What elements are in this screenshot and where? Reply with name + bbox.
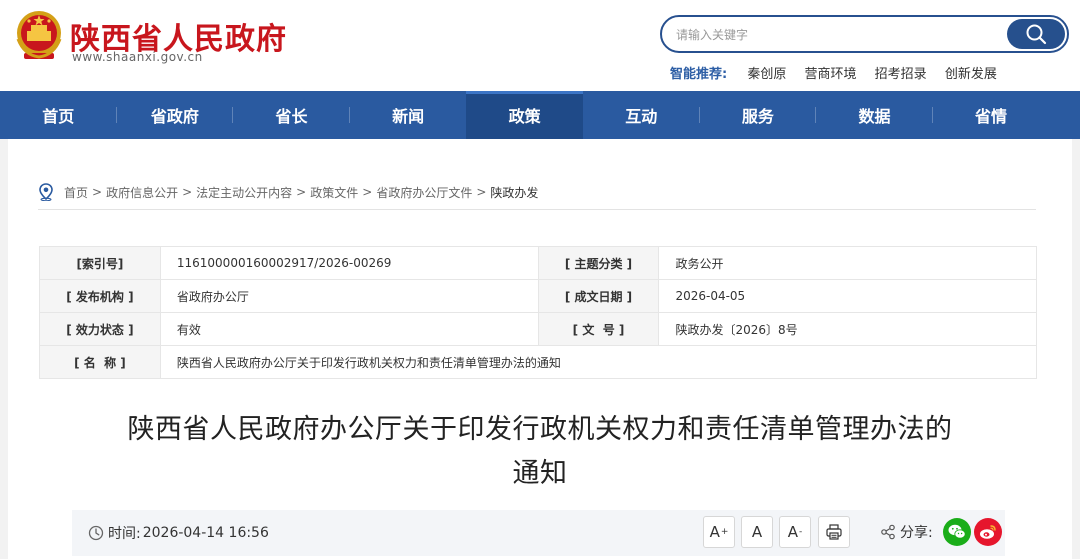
document-number-value: 陕政办发〔2026〕8号: [658, 312, 1037, 346]
breadcrumb-divider: [38, 209, 1036, 210]
validity-status-value: 有效: [159, 312, 539, 346]
index-number-label: [索引号]: [39, 246, 161, 280]
nav-item-interaction[interactable]: 互动: [583, 91, 700, 139]
share-label: 分享:: [900, 525, 933, 541]
validity-status-label: [ 效力状态 ]: [39, 312, 161, 346]
main-nav: 首页 省政府 省长 新闻 政策 互动 服务 数据 省情: [0, 91, 1080, 139]
breadcrumb-separator: >: [182, 185, 193, 199]
publish-time: 时间: 2026-04-14 16:56: [88, 523, 269, 543]
breadcrumb-separator: >: [362, 185, 373, 199]
search-icon: [1026, 24, 1047, 45]
index-number-value: 116100000160002917/2026-00269: [159, 246, 539, 280]
breadcrumb-policy-documents[interactable]: 政策文件: [310, 184, 358, 201]
font-decrease-label: A: [787, 523, 798, 541]
nav-item-province-info[interactable]: 省情: [933, 91, 1050, 139]
wechat-icon: [948, 524, 966, 539]
recommend-item-recruitment[interactable]: 招考招录: [875, 67, 927, 82]
breadcrumb-current[interactable]: 陕政办发: [490, 184, 538, 201]
table-row: [ 发布机构 ] 省政府办公厅 [ 成文日期 ] 2026-04-05: [39, 279, 1037, 313]
site-header: 陕西省人民政府 www.shaanxi.gov.cn 智能推荐: 秦创原 营商环…: [0, 0, 1080, 91]
smart-recommend: 智能推荐: 秦创原 营商环境 招考招录 创新发展: [670, 63, 1011, 82]
weibo-share-button[interactable]: [974, 518, 1002, 546]
breadcrumb-separator: >: [476, 185, 487, 199]
search-button[interactable]: [1007, 19, 1065, 49]
share-area: 分享:: [880, 522, 933, 542]
recommend-item-business-environment[interactable]: 营商环境: [805, 67, 857, 82]
publish-time-value: 2026-04-14 16:56: [142, 525, 269, 541]
nav-item-data[interactable]: 数据: [816, 91, 933, 139]
nav-item-label: 省情: [975, 107, 1008, 126]
national-emblem-icon[interactable]: [14, 9, 64, 61]
document-name-value: 陕西省人民政府办公厅关于印发行政机关权力和责任清单管理办法的通知: [159, 345, 1038, 379]
font-increase-label: A: [709, 523, 720, 541]
document-title-line: 通知: [512, 458, 568, 489]
nav-item-label: 政策: [508, 107, 541, 126]
document-meta-bar: 时间: 2026-04-14 16:56 A + A A- 分享:: [72, 510, 1005, 556]
weibo-icon: [980, 525, 996, 539]
nav-item-label: 服务: [741, 107, 774, 126]
font-increase-button[interactable]: A +: [703, 516, 735, 548]
clock-icon: [88, 525, 104, 541]
nav-item-news[interactable]: 新闻: [350, 91, 467, 139]
table-row: [ 名 称 ] 陕西省人民政府办公厅关于印发行政机关权力和责任清单管理办法的通知: [39, 345, 1038, 379]
nav-item-home[interactable]: 首页: [0, 91, 117, 139]
nav-item-label: 新闻: [392, 107, 425, 126]
breadcrumb-separator: >: [92, 185, 103, 199]
nav-item-policy[interactable]: 政策: [466, 91, 583, 139]
document-title-line: 陕西省人民政府办公厅关于印发行政机关权力和责任清单管理办法的: [127, 414, 953, 445]
nav-item-provincial-government[interactable]: 省政府: [117, 91, 234, 139]
font-increase-sup: +: [720, 527, 729, 537]
written-date-label: [ 成文日期 ]: [537, 279, 660, 313]
recommend-item-innovation[interactable]: 创新发展: [945, 67, 997, 82]
location-pin-icon: [39, 183, 53, 201]
nav-item-label: 省政府: [150, 107, 199, 126]
document-number-label: [ 文 号 ]: [537, 312, 660, 346]
table-row: [索引号] 116100000160002917/2026-00269 [ 主题…: [39, 246, 1037, 280]
nav-item-label: 首页: [42, 107, 75, 126]
font-decrease-sup: -: [799, 527, 803, 537]
nav-item-label: 省长: [275, 107, 308, 126]
publisher-label: [ 发布机构 ]: [39, 279, 161, 313]
document-title: 陕西省人民政府办公厅关于印发行政机关权力和责任清单管理办法的 通知: [80, 408, 1000, 496]
printer-icon: [826, 524, 842, 540]
font-reset-label: A: [751, 523, 763, 541]
breadcrumb-office-documents[interactable]: 省政府办公厅文件: [376, 184, 472, 201]
nav-item-label: 数据: [858, 107, 891, 126]
written-date-value: 2026-04-05: [658, 279, 1037, 313]
font-decrease-button[interactable]: A-: [779, 516, 811, 548]
nav-item-services[interactable]: 服务: [700, 91, 817, 139]
font-reset-button[interactable]: A: [741, 516, 773, 548]
topic-category-label: [ 主题分类 ]: [537, 246, 660, 280]
topic-category-value: 政务公开: [658, 246, 1037, 280]
search-box: [660, 15, 1069, 53]
nav-item-label: 互动: [625, 107, 658, 126]
document-info-table: [索引号] 116100000160002917/2026-00269 [ 主题…: [39, 246, 1038, 379]
share-icon: [881, 524, 895, 540]
recommend-item-qinchuangyuan[interactable]: 秦创原: [747, 67, 786, 82]
document-name-label: [ 名 称 ]: [39, 345, 161, 379]
breadcrumb-separator: >: [296, 185, 307, 199]
breadcrumb-statutory-content[interactable]: 法定主动公开内容: [196, 184, 292, 201]
publish-time-label: 时间:: [108, 526, 141, 542]
print-button[interactable]: [818, 516, 850, 548]
breadcrumb: 首页 > 政府信息公开 > 法定主动公开内容 > 政策文件 > 省政府办公厅文件…: [38, 182, 538, 202]
breadcrumb-home[interactable]: 首页: [64, 184, 88, 201]
breadcrumb-gov-info-disclosure[interactable]: 政府信息公开: [106, 184, 178, 201]
site-url: www.shaanxi.gov.cn: [72, 50, 203, 64]
publisher-value: 省政府办公厅: [159, 279, 539, 313]
nav-item-governor[interactable]: 省长: [233, 91, 350, 139]
search-input[interactable]: [676, 25, 996, 45]
wechat-share-button[interactable]: [943, 518, 971, 546]
recommend-label: 智能推荐:: [670, 67, 728, 82]
table-row: [ 效力状态 ] 有效 [ 文 号 ] 陕政办发〔2026〕8号: [39, 312, 1037, 346]
